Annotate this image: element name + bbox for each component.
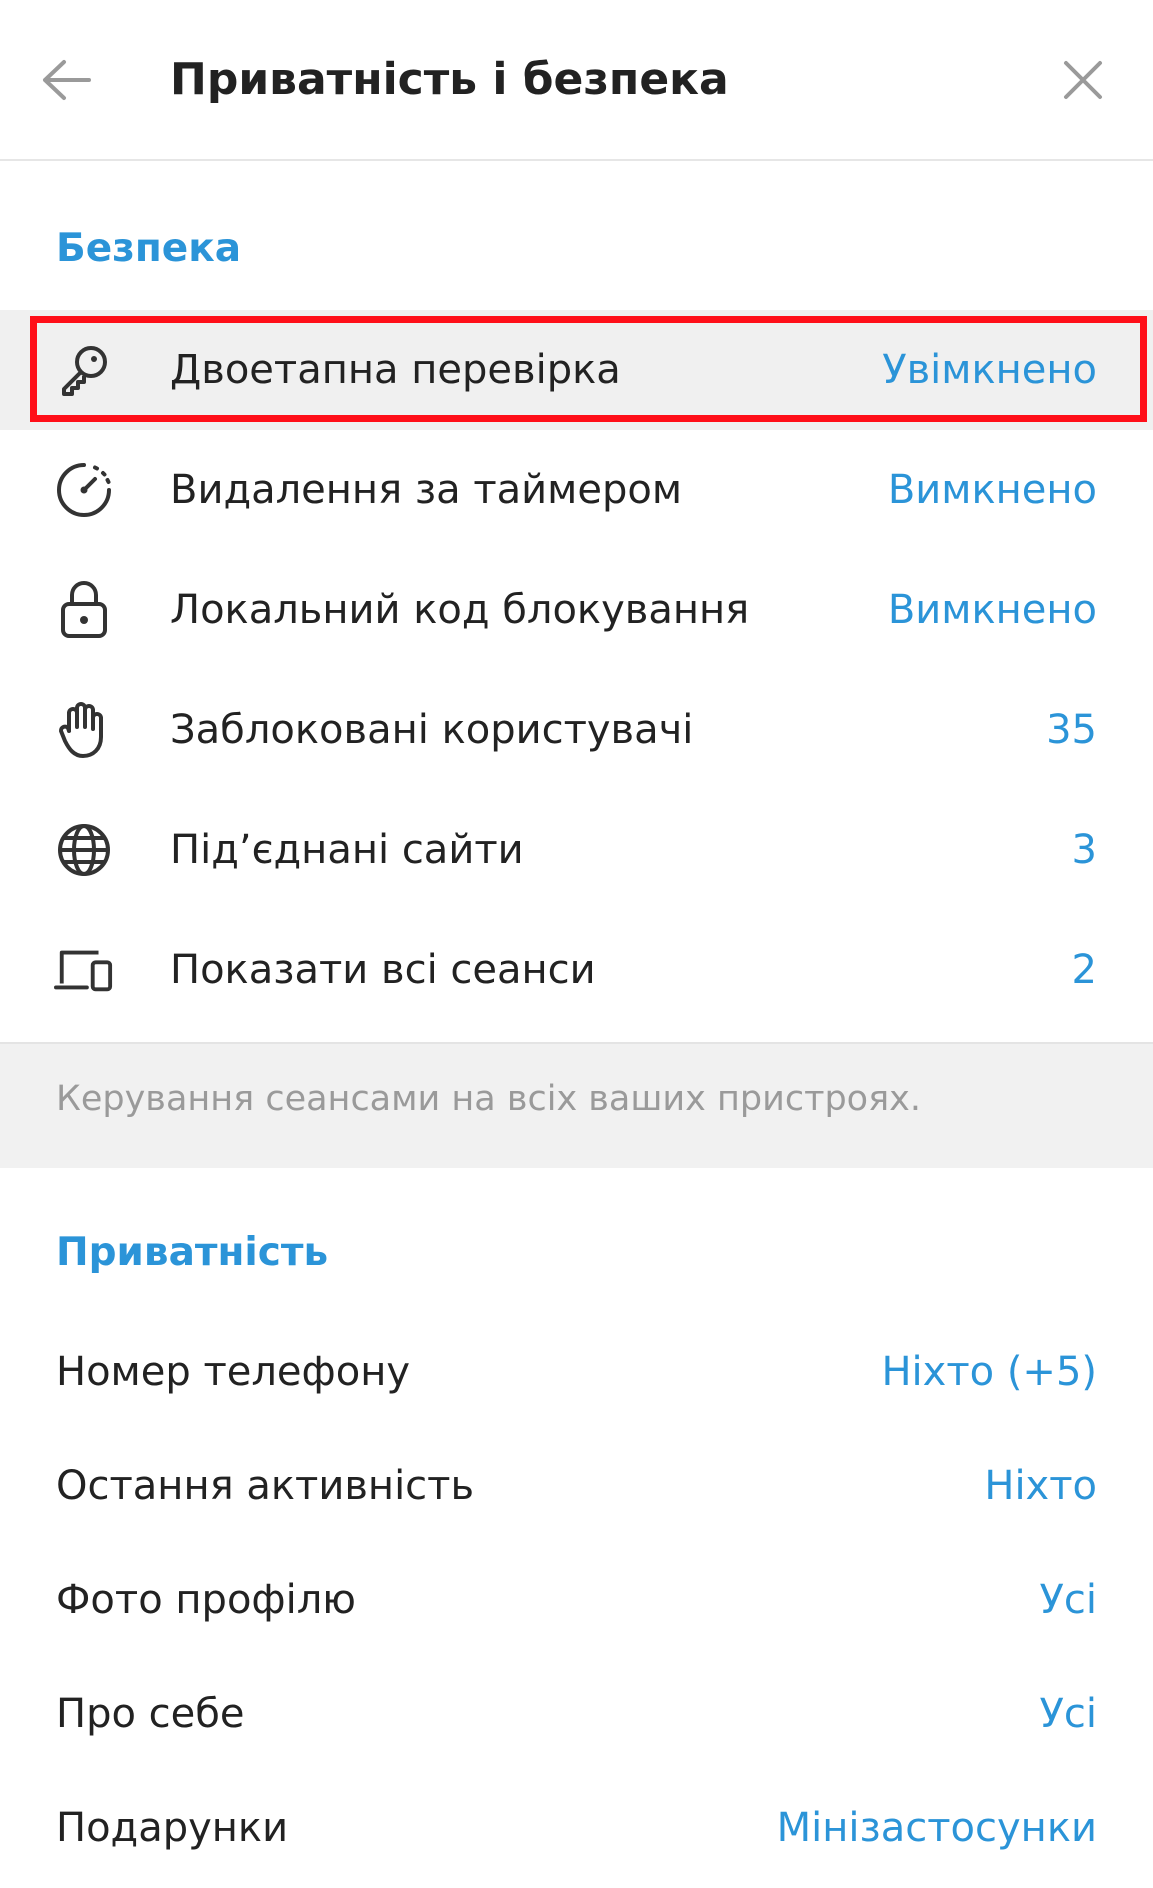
lock-icon xyxy=(54,580,114,640)
row-value: Вимкнено xyxy=(887,467,1097,513)
privacy-security-panel: Приватність і безпека Безпека Двоетапна … xyxy=(0,0,1153,1879)
row-label: Локальний код блокування xyxy=(170,587,750,633)
row-value: Усі xyxy=(1039,1691,1097,1737)
row-value: 2 xyxy=(1071,947,1097,993)
row-label: Остання активність xyxy=(56,1463,475,1509)
auto-delete-timer-row[interactable]: Видалення за таймером Вимкнено xyxy=(0,430,1153,550)
header: Приватність і безпека xyxy=(0,0,1153,161)
row-value: Вимкнено xyxy=(887,587,1097,633)
two-step-verification-row[interactable]: Двоетапна перевірка Увімкнено xyxy=(0,310,1153,430)
row-label: Під’єднані сайти xyxy=(170,827,524,873)
row-value: Ніхто xyxy=(984,1463,1097,1509)
row-label: Номер телефону xyxy=(56,1349,411,1395)
row-value: 3 xyxy=(1071,827,1097,873)
page-title: Приватність і безпека xyxy=(170,54,729,105)
timer-icon xyxy=(54,460,114,520)
row-label: Фото профілю xyxy=(56,1577,356,1623)
phone-number-row[interactable]: Номер телефону Ніхто (+5) xyxy=(0,1312,1153,1432)
close-icon xyxy=(1062,59,1104,101)
row-label: Про себе xyxy=(56,1691,245,1737)
close-button[interactable] xyxy=(1043,40,1123,120)
profile-photo-row[interactable]: Фото профілю Усі xyxy=(0,1540,1153,1660)
sessions-info-text: Керування сеансами на всіх ваших пристро… xyxy=(56,1079,921,1119)
row-value: Мінізастосунки xyxy=(776,1805,1097,1851)
blocked-users-row[interactable]: Заблоковані користувачі 35 xyxy=(0,670,1153,790)
hand-icon xyxy=(54,700,114,760)
globe-icon xyxy=(54,820,114,880)
row-label: Заблоковані користувачі xyxy=(170,707,694,753)
active-sessions-row[interactable]: Показати всі сеанси 2 xyxy=(0,910,1153,1030)
local-passcode-row[interactable]: Локальний код блокування Вимкнено xyxy=(0,550,1153,670)
bio-row[interactable]: Про себе Усі xyxy=(0,1654,1153,1774)
connected-websites-row[interactable]: Під’єднані сайти 3 xyxy=(0,790,1153,910)
row-label: Показати всі сеанси xyxy=(170,947,596,993)
back-button[interactable] xyxy=(30,40,102,120)
row-label: Двоетапна перевірка xyxy=(170,347,621,393)
key-icon xyxy=(54,340,114,400)
security-section-title: Безпека xyxy=(56,226,242,271)
row-label: Видалення за таймером xyxy=(170,467,682,513)
row-value: 35 xyxy=(1046,707,1097,753)
privacy-section-title: Приватність xyxy=(56,1230,329,1275)
last-seen-row[interactable]: Остання активність Ніхто xyxy=(0,1426,1153,1546)
sessions-info-band: Керування сеансами на всіх ваших пристро… xyxy=(0,1042,1153,1168)
row-label: Подарунки xyxy=(56,1805,289,1851)
arrow-left-icon xyxy=(40,58,92,102)
row-value: Увімкнено xyxy=(882,347,1097,393)
gifts-row[interactable]: Подарунки Мінізастосунки xyxy=(0,1768,1153,1888)
row-value: Усі xyxy=(1039,1577,1097,1623)
devices-icon xyxy=(54,940,114,1000)
row-value: Ніхто (+5) xyxy=(881,1349,1097,1395)
